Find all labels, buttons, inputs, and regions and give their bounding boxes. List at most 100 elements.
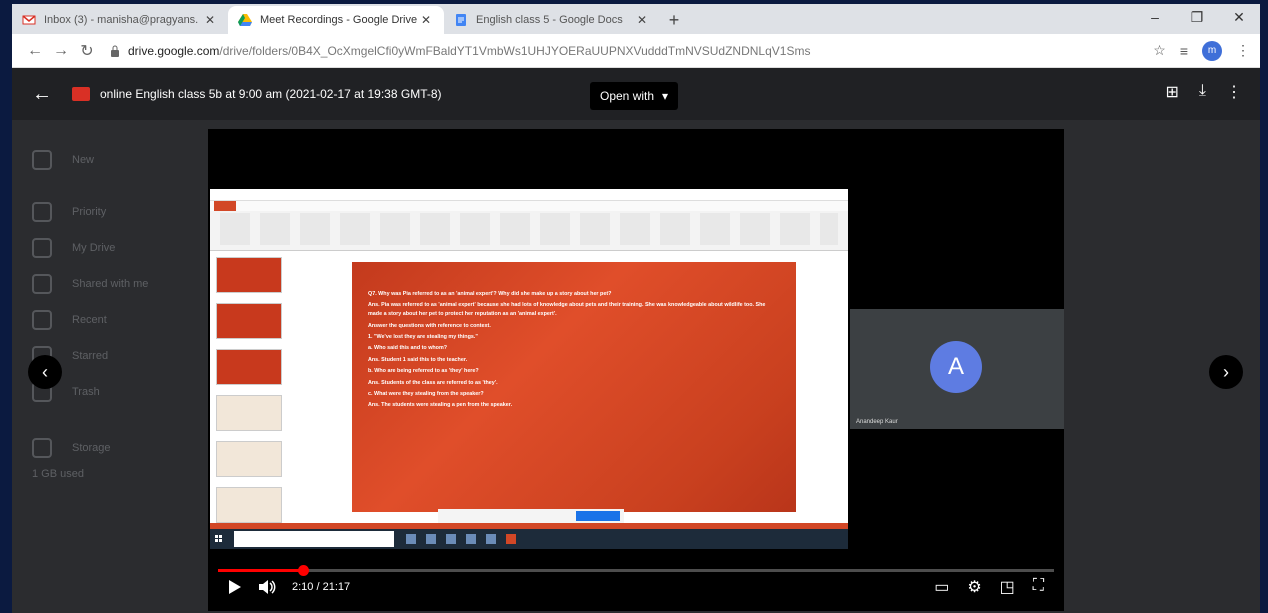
drive-icon xyxy=(238,14,252,26)
drive-folder-icon xyxy=(32,238,52,258)
bg-nav-item: Shared with me xyxy=(32,274,148,294)
tab-title: Inbox (3) - manisha@pragyans. xyxy=(44,14,199,26)
ppt-ribbon xyxy=(210,189,848,251)
participant-tile: A Anandeep Kaur xyxy=(850,309,1064,429)
progress-bar[interactable] xyxy=(218,565,1054,576)
close-icon[interactable]: ✕ xyxy=(418,13,434,27)
taskbar-app-icon xyxy=(426,534,436,544)
slide-line: Ans. Student 1 said this to the teacher. xyxy=(368,356,468,363)
tab-gmail[interactable]: Inbox (3) - manisha@pragyans. ✕ xyxy=(12,6,228,34)
browser-actions: ☆ ≡ m ⋮ xyxy=(1153,40,1250,61)
progress-fill xyxy=(218,569,304,572)
ppt-file-tab xyxy=(214,201,236,211)
close-icon[interactable]: ✕ xyxy=(634,13,650,27)
slide-thumbnail xyxy=(216,395,282,431)
slide-line: 1. "We've lost they are stealing my thin… xyxy=(368,333,478,340)
cloud-icon xyxy=(32,438,52,458)
taskbar-search xyxy=(234,531,394,547)
menu-icon[interactable]: ⋮ xyxy=(1236,42,1250,59)
video-file-icon xyxy=(72,87,90,101)
taskbar-app-icon xyxy=(406,534,416,544)
settings-gear-icon[interactable]: ⚙ xyxy=(967,577,981,597)
slide-line: Ans. Students of the class are referred … xyxy=(368,379,498,386)
fullscreen-icon[interactable]: ⛶ xyxy=(1033,577,1044,597)
bg-nav-item: Priority xyxy=(32,202,106,222)
participant-gallery xyxy=(848,129,1064,309)
profile-avatar[interactable]: m xyxy=(1202,40,1222,61)
meet-sharing-banner xyxy=(438,509,624,523)
player-controls: 2:10 / 21:17 ▭ ⚙ ◳ ⛶ xyxy=(208,565,1064,611)
next-file-button[interactable]: › xyxy=(1209,355,1243,389)
controls-left: 2:10 / 21:17 xyxy=(228,579,350,595)
address-bar: ← → ↻ drive.google.com/drive/folders/0B4… xyxy=(12,34,1260,68)
preview-actions: ⊞ ⤓ ⋮ xyxy=(1166,82,1242,102)
open-with-button[interactable]: Open with ▾ xyxy=(590,82,679,110)
bg-nav-item: My Drive xyxy=(32,238,115,258)
participant-name: Anandeep Kaur xyxy=(856,419,898,425)
back-arrow-icon[interactable]: ← xyxy=(22,42,48,60)
taskbar-app-icon xyxy=(466,534,476,544)
slide-line: Answer the questions with reference to c… xyxy=(368,322,491,329)
chevron-left-icon: ‹ xyxy=(42,361,48,382)
url-field[interactable]: drive.google.com/drive/folders/0B4X_OcXm… xyxy=(110,38,1143,64)
slide-line: Ans. The students were stealing a pen fr… xyxy=(368,402,513,409)
bg-new-button: New xyxy=(32,150,94,170)
reload-icon[interactable]: ↻ xyxy=(74,41,100,61)
slide-line: b. Who are being referred to as 'they' h… xyxy=(368,368,479,375)
close-icon[interactable]: ✕ xyxy=(202,13,218,27)
progress-knob[interactable] xyxy=(298,565,310,576)
tab-title: English class 5 - Google Docs xyxy=(476,14,623,26)
media-queue-icon[interactable]: ≡ xyxy=(1180,43,1188,59)
windows-start-icon xyxy=(215,535,222,542)
stop-sharing-button xyxy=(576,511,620,521)
powerpoint-app-icon xyxy=(506,534,516,544)
previous-file-button[interactable]: ‹ xyxy=(28,355,62,389)
docs-icon xyxy=(456,14,466,26)
bg-nav-item: Storage xyxy=(32,438,111,458)
play-icon[interactable] xyxy=(228,579,242,595)
add-comment-icon[interactable]: ⊞ xyxy=(1166,82,1179,102)
restore-icon[interactable]: ❐ xyxy=(1176,4,1218,32)
gmail-icon xyxy=(22,15,36,25)
captions-icon[interactable]: ▭ xyxy=(934,577,949,597)
file-name: online English class 5b at 9:00 am (2021… xyxy=(100,87,442,101)
close-window-icon[interactable]: ✕ xyxy=(1218,4,1260,32)
star-icon[interactable]: ☆ xyxy=(1153,42,1166,59)
people-icon xyxy=(32,274,52,294)
open-with-label: Open with xyxy=(600,89,655,103)
volume-icon[interactable] xyxy=(258,579,276,595)
taskbar-app-icon xyxy=(446,534,456,544)
controls-right: ▭ ⚙ ◳ ⛶ xyxy=(934,577,1044,597)
time-display: 2:10 / 21:17 xyxy=(292,581,351,593)
lock-icon xyxy=(111,45,119,57)
slide-thumbnail xyxy=(216,487,282,523)
window-controls: – ❐ ✕ xyxy=(1134,4,1260,32)
url-host: drive.google.com xyxy=(128,43,220,58)
participant-avatar: A xyxy=(930,341,982,393)
shared-screen-powerpoint: Q7. Why was Pia referred to as an 'anima… xyxy=(210,189,848,549)
tab-title: Meet Recordings - Google Drive xyxy=(260,14,418,26)
bg-storage-text: 1 GB used xyxy=(32,468,84,480)
more-options-icon[interactable]: ⋮ xyxy=(1226,82,1242,102)
slide-line: Ans. Pia was referred to as 'animal expe… xyxy=(368,302,766,318)
download-icon[interactable]: ⤓ xyxy=(1199,82,1206,102)
slide-thumbnail xyxy=(216,257,282,293)
priority-icon xyxy=(32,202,52,222)
current-slide: Q7. Why was Pia referred to as an 'anima… xyxy=(352,262,796,512)
tab-drive[interactable]: Meet Recordings - Google Drive ✕ xyxy=(228,6,444,34)
windows-taskbar xyxy=(210,529,848,549)
slide-line: c. What were they stealing from the spea… xyxy=(368,390,484,397)
browser-tab-strip: Inbox (3) - manisha@pragyans. ✕ Meet Rec… xyxy=(12,4,1260,34)
miniplayer-icon[interactable]: ◳ xyxy=(1000,577,1015,597)
taskbar-app-icon xyxy=(486,534,496,544)
tab-docs[interactable]: English class 5 - Google Docs ✕ xyxy=(444,6,660,34)
minimize-icon[interactable]: – xyxy=(1134,4,1176,32)
video-player[interactable]: Q7. Why was Pia referred to as an 'anima… xyxy=(208,129,1064,611)
back-arrow-icon[interactable]: ← xyxy=(22,83,62,106)
slide-thumbnail xyxy=(216,441,282,477)
new-tab-button[interactable]: + xyxy=(660,6,688,34)
forward-arrow-icon[interactable]: → xyxy=(48,42,74,60)
ppt-title-bar xyxy=(210,189,848,201)
ppt-ribbon-tabs xyxy=(210,201,848,211)
drive-preview-overlay: New Priority My Drive Shared with me Rec… xyxy=(12,68,1260,613)
